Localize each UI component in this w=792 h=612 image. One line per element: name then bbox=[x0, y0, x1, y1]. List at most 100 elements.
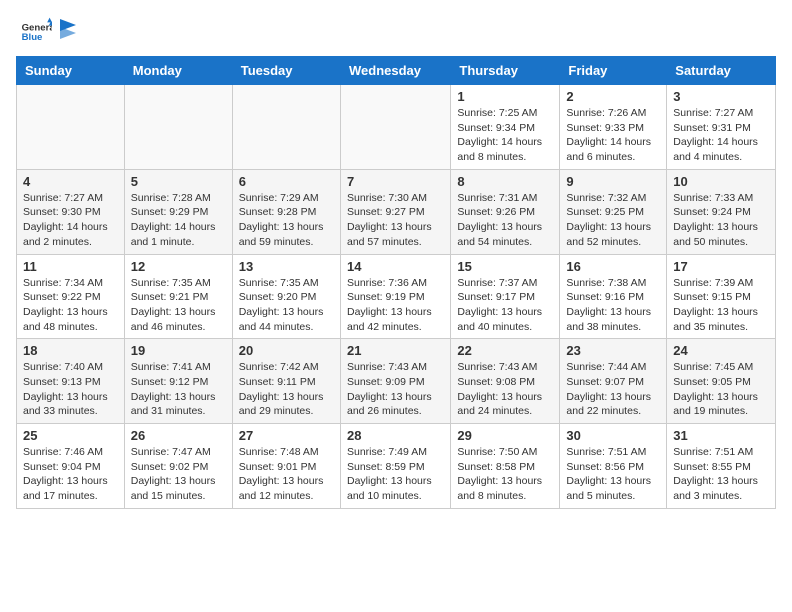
day-number: 6 bbox=[239, 174, 334, 189]
day-info: Sunrise: 7:41 AM Sunset: 9:12 PM Dayligh… bbox=[131, 360, 226, 419]
calendar-cell: 14Sunrise: 7:36 AM Sunset: 9:19 PM Dayli… bbox=[340, 254, 450, 339]
calendar-cell: 24 Sunrise: 7:45 AM Sunset: 9:05 PM Dayli… bbox=[667, 339, 776, 424]
logo: General Blue bbox=[16, 16, 78, 48]
day-number: 20 bbox=[239, 343, 334, 358]
calendar-cell: 3 Sunrise: 7:27 AM Sunset: 9:31 PM Daylig… bbox=[667, 85, 776, 170]
day-number: 21 bbox=[347, 343, 444, 358]
calendar-cell: 6 Sunrise: 7:29 AM Sunset: 9:28 PM Daylig… bbox=[232, 169, 340, 254]
day-info: Sunrise: 7:28 AM Sunset: 9:29 PM Dayligh… bbox=[131, 191, 226, 250]
calendar-week-row: 4 Sunrise: 7:27 AM Sunset: 9:30 PM Daylig… bbox=[17, 169, 776, 254]
calendar-header-row: SundayMondayTuesdayWednesdayThursdayFrid… bbox=[17, 57, 776, 85]
day-info: Sunrise: 7:50 AM Sunset: 8:58 PM Dayligh… bbox=[457, 445, 553, 504]
day-info: Sunrise: 7:40 AM Sunset: 9:13 PM Dayligh… bbox=[23, 360, 118, 419]
day-number: 26 bbox=[131, 428, 226, 443]
calendar-cell: 11 Sunrise: 7:34 AM Sunset: 9:22 PM Dayli… bbox=[17, 254, 125, 339]
calendar-cell: 18 Sunrise: 7:40 AM Sunset: 9:13 PM Dayli… bbox=[17, 339, 125, 424]
day-number: 7 bbox=[347, 174, 444, 189]
day-info: Sunrise: 7:45 AM Sunset: 9:05 PM Dayligh… bbox=[673, 360, 769, 419]
day-number: 18 bbox=[23, 343, 118, 358]
day-info: Sunrise: 7:35 AM Sunset: 9:21 PM Dayligh… bbox=[131, 276, 226, 335]
logo-flag-icon bbox=[58, 17, 78, 47]
day-info: Sunrise: 7:27 AM Sunset: 9:30 PM Dayligh… bbox=[23, 191, 118, 250]
calendar-cell: 13 Sunrise: 7:35 AM Sunset: 9:20 PM Dayli… bbox=[232, 254, 340, 339]
calendar-cell bbox=[17, 85, 125, 170]
day-number: 29 bbox=[457, 428, 553, 443]
day-number: 4 bbox=[23, 174, 118, 189]
day-info: Sunrise: 7:34 AM Sunset: 9:22 PM Dayligh… bbox=[23, 276, 118, 335]
day-number: 13 bbox=[239, 259, 334, 274]
day-number: 30 bbox=[566, 428, 660, 443]
day-number: 27 bbox=[239, 428, 334, 443]
calendar-cell: 1 Sunrise: 7:25 AM Sunset: 9:34 PM Daylig… bbox=[451, 85, 560, 170]
calendar-cell: 7Sunrise: 7:30 AM Sunset: 9:27 PM Daylig… bbox=[340, 169, 450, 254]
day-number: 10 bbox=[673, 174, 769, 189]
weekday-header-saturday: Saturday bbox=[667, 57, 776, 85]
day-info: Sunrise: 7:35 AM Sunset: 9:20 PM Dayligh… bbox=[239, 276, 334, 335]
calendar-cell: 23 Sunrise: 7:44 AM Sunset: 9:07 PM Dayli… bbox=[560, 339, 667, 424]
day-number: 31 bbox=[673, 428, 769, 443]
svg-text:Blue: Blue bbox=[22, 32, 43, 43]
day-number: 17 bbox=[673, 259, 769, 274]
day-number: 16 bbox=[566, 259, 660, 274]
day-info: Sunrise: 7:36 AM Sunset: 9:19 PM Dayligh… bbox=[347, 276, 444, 335]
day-number: 24 bbox=[673, 343, 769, 358]
calendar-cell: 28 Sunrise: 7:49 AM Sunset: 8:59 PM Dayli… bbox=[340, 424, 450, 509]
day-info: Sunrise: 7:51 AM Sunset: 8:55 PM Dayligh… bbox=[673, 445, 769, 504]
calendar-week-row: 11 Sunrise: 7:34 AM Sunset: 9:22 PM Dayli… bbox=[17, 254, 776, 339]
day-number: 11 bbox=[23, 259, 118, 274]
day-info: Sunrise: 7:26 AM Sunset: 9:33 PM Dayligh… bbox=[566, 106, 660, 165]
calendar-cell: 17 Sunrise: 7:39 AM Sunset: 9:15 PM Dayli… bbox=[667, 254, 776, 339]
header: General Blue bbox=[16, 16, 776, 48]
calendar-cell: 5Sunrise: 7:28 AM Sunset: 9:29 PM Daylig… bbox=[124, 169, 232, 254]
day-info: Sunrise: 7:27 AM Sunset: 9:31 PM Dayligh… bbox=[673, 106, 769, 165]
day-info: Sunrise: 7:49 AM Sunset: 8:59 PM Dayligh… bbox=[347, 445, 444, 504]
calendar-cell: 9 Sunrise: 7:32 AM Sunset: 9:25 PM Daylig… bbox=[560, 169, 667, 254]
calendar-cell: 15Sunrise: 7:37 AM Sunset: 9:17 PM Dayli… bbox=[451, 254, 560, 339]
calendar-cell: 25Sunrise: 7:46 AM Sunset: 9:04 PM Dayli… bbox=[17, 424, 125, 509]
calendar-cell: 12 Sunrise: 7:35 AM Sunset: 9:21 PM Dayli… bbox=[124, 254, 232, 339]
calendar-cell bbox=[340, 85, 450, 170]
day-info: Sunrise: 7:38 AM Sunset: 9:16 PM Dayligh… bbox=[566, 276, 660, 335]
day-number: 3 bbox=[673, 89, 769, 104]
day-info: Sunrise: 7:32 AM Sunset: 9:25 PM Dayligh… bbox=[566, 191, 660, 250]
day-info: Sunrise: 7:39 AM Sunset: 9:15 PM Dayligh… bbox=[673, 276, 769, 335]
day-info: Sunrise: 7:51 AM Sunset: 8:56 PM Dayligh… bbox=[566, 445, 660, 504]
day-number: 2 bbox=[566, 89, 660, 104]
day-info: Sunrise: 7:47 AM Sunset: 9:02 PM Dayligh… bbox=[131, 445, 226, 504]
day-info: Sunrise: 7:25 AM Sunset: 9:34 PM Dayligh… bbox=[457, 106, 553, 165]
calendar-cell: 19 Sunrise: 7:41 AM Sunset: 9:12 PM Dayli… bbox=[124, 339, 232, 424]
day-info: Sunrise: 7:46 AM Sunset: 9:04 PM Dayligh… bbox=[23, 445, 118, 504]
weekday-header-tuesday: Tuesday bbox=[232, 57, 340, 85]
day-info: Sunrise: 7:33 AM Sunset: 9:24 PM Dayligh… bbox=[673, 191, 769, 250]
weekday-header-friday: Friday bbox=[560, 57, 667, 85]
calendar-cell: 10 Sunrise: 7:33 AM Sunset: 9:24 PM Dayli… bbox=[667, 169, 776, 254]
calendar-cell bbox=[232, 85, 340, 170]
calendar-cell: 26 Sunrise: 7:47 AM Sunset: 9:02 PM Dayli… bbox=[124, 424, 232, 509]
day-number: 12 bbox=[131, 259, 226, 274]
day-number: 9 bbox=[566, 174, 660, 189]
calendar-cell: 29 Sunrise: 7:50 AM Sunset: 8:58 PM Dayli… bbox=[451, 424, 560, 509]
day-number: 22 bbox=[457, 343, 553, 358]
day-info: Sunrise: 7:29 AM Sunset: 9:28 PM Dayligh… bbox=[239, 191, 334, 250]
calendar-cell: 21 Sunrise: 7:43 AM Sunset: 9:09 PM Dayli… bbox=[340, 339, 450, 424]
weekday-header-thursday: Thursday bbox=[451, 57, 560, 85]
calendar-week-row: 25Sunrise: 7:46 AM Sunset: 9:04 PM Dayli… bbox=[17, 424, 776, 509]
calendar-cell: 30 Sunrise: 7:51 AM Sunset: 8:56 PM Dayli… bbox=[560, 424, 667, 509]
calendar-cell: 27Sunrise: 7:48 AM Sunset: 9:01 PM Dayli… bbox=[232, 424, 340, 509]
calendar-cell bbox=[124, 85, 232, 170]
weekday-header-monday: Monday bbox=[124, 57, 232, 85]
calendar-cell: 4 Sunrise: 7:27 AM Sunset: 9:30 PM Daylig… bbox=[17, 169, 125, 254]
calendar-cell: 2 Sunrise: 7:26 AM Sunset: 9:33 PM Daylig… bbox=[560, 85, 667, 170]
day-number: 23 bbox=[566, 343, 660, 358]
day-number: 1 bbox=[457, 89, 553, 104]
day-number: 28 bbox=[347, 428, 444, 443]
day-info: Sunrise: 7:44 AM Sunset: 9:07 PM Dayligh… bbox=[566, 360, 660, 419]
day-info: Sunrise: 7:31 AM Sunset: 9:26 PM Dayligh… bbox=[457, 191, 553, 250]
calendar-week-row: 1 Sunrise: 7:25 AM Sunset: 9:34 PM Daylig… bbox=[17, 85, 776, 170]
day-number: 19 bbox=[131, 343, 226, 358]
calendar-cell: 16 Sunrise: 7:38 AM Sunset: 9:16 PM Dayli… bbox=[560, 254, 667, 339]
calendar-cell: 20 Sunrise: 7:42 AM Sunset: 9:11 PM Dayli… bbox=[232, 339, 340, 424]
day-info: Sunrise: 7:43 AM Sunset: 9:09 PM Dayligh… bbox=[347, 360, 444, 419]
calendar-cell: 8Sunrise: 7:31 AM Sunset: 9:26 PM Daylig… bbox=[451, 169, 560, 254]
day-info: Sunrise: 7:42 AM Sunset: 9:11 PM Dayligh… bbox=[239, 360, 334, 419]
